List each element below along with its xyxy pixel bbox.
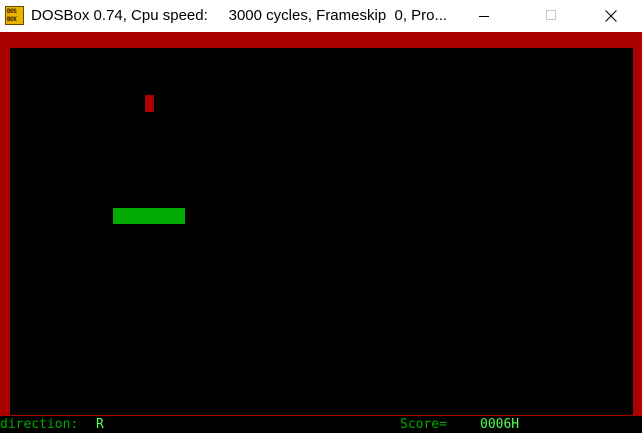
maximize-icon: [546, 10, 556, 20]
dosbox-window: DOS BOX DOSBox 0.74, Cpu speed: 3000 cyc…: [0, 0, 642, 433]
close-button[interactable]: [588, 0, 634, 32]
title-bar[interactable]: DOS BOX DOSBox 0.74, Cpu speed: 3000 cyc…: [0, 0, 642, 32]
direction-value: R: [96, 417, 104, 432]
minimize-icon: [479, 16, 489, 17]
minimize-button[interactable]: [461, 0, 507, 32]
icon-text-top: DOS: [7, 8, 17, 15]
maximize-button[interactable]: [528, 0, 574, 32]
icon-text-bottom: BOX: [7, 16, 17, 23]
score-label: Score=: [400, 417, 447, 432]
dosbox-app-icon[interactable]: DOS BOX: [5, 6, 24, 25]
dos-screen[interactable]: direction: R Score= 0006H: [0, 32, 642, 433]
window-title: DOSBox 0.74, Cpu speed: 3000 cycles, Fra…: [31, 7, 448, 24]
snake-body: [113, 208, 185, 224]
close-icon: [605, 10, 617, 22]
game-playfield: [10, 48, 633, 415]
status-bar: direction: R Score= 0006H: [0, 416, 642, 433]
food-block: [145, 95, 154, 112]
score-value: 0006H: [480, 417, 520, 432]
direction-label: direction:: [0, 417, 79, 432]
